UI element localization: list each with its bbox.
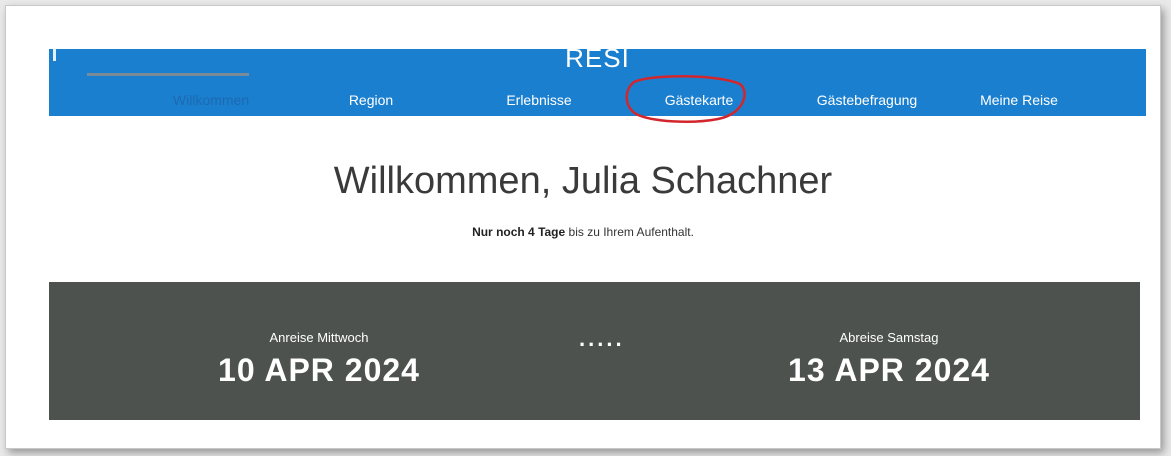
main-navigation: Willkommen Region Erlebnisse Gästekarte … [49, 89, 1146, 113]
date-separator: ..... [579, 326, 625, 351]
nav-item-region[interactable]: Region [311, 89, 431, 113]
countdown-days: Nur noch 4 Tage [472, 225, 566, 239]
countdown-suffix: bis zu Ihrem Aufenthalt. [568, 225, 694, 239]
departure-label: Abreise Samstag [839, 330, 939, 345]
nav-item-meine-reise[interactable]: Meine Reise [949, 89, 1089, 113]
nav-item-erlebnisse[interactable]: Erlebnisse [469, 89, 609, 113]
nav-item-willkommen[interactable]: Willkommen [130, 89, 292, 113]
active-tab-indicator [87, 73, 249, 76]
arrival-date: 10 APR 2024 [218, 352, 420, 388]
welcome-heading: Willkommen, Julia Schachner [333, 160, 833, 202]
nav-item-gaestekarte[interactable]: Gästekarte [629, 89, 769, 113]
browser-frame: RESI Willkommen Region Erlebnisse Gästek… [5, 5, 1161, 449]
stay-dates-panel: Anreise Mittwoch 10 APR 2024 ..... Abrei… [49, 282, 1140, 420]
top-navbar: RESI Willkommen Region Erlebnisse Gästek… [49, 49, 1146, 116]
countdown-text: Nur noch 4 Tage bis zu Ihrem Aufenthalt. [6, 225, 1160, 239]
departure-date: 13 APR 2024 [788, 352, 990, 388]
nav-item-gaestebefragung[interactable]: Gästebefragung [777, 89, 957, 113]
arrival-label: Anreise Mittwoch [269, 330, 369, 345]
brand-logo[interactable]: RESI [49, 49, 1146, 74]
